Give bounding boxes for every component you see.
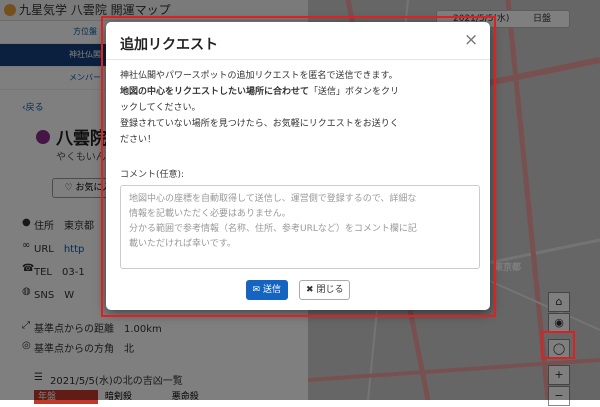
placeholder-line-1: 地図中心の座標を自動取得して送信し、運営側で登録するので、詳細な	[129, 194, 417, 204]
placeholder-line-2: 情報を記載いただく必要はありません。	[129, 209, 291, 219]
placeholder-line-3: 分かる範囲で参考情報（名称、住所、参考URLなど）をコメント欄に記	[129, 224, 417, 234]
send-label: 送信	[262, 285, 281, 295]
comment-label: コメント(任意):	[120, 170, 185, 180]
close-icon[interactable]: ×	[464, 30, 478, 50]
description-bold: 地図の中心をリクエストしたい場所に合わせて	[120, 87, 310, 97]
close-button[interactable]: ✖ 閉じる	[299, 280, 351, 300]
request-modal: 追加リクエスト × 神社仏閣やパワースポットの追加リクエストを匿名で送信できます…	[106, 22, 490, 310]
modal-description: 神社仏閣やパワースポットの追加リクエストを匿名で送信できます。 地図の中心をリク…	[120, 68, 482, 148]
close-x-icon: ✖	[306, 285, 317, 295]
placeholder-line-4: 載いただければ幸いです。	[129, 239, 236, 249]
description-line-5: ださい！	[120, 135, 157, 145]
modal-title: 追加リクエスト	[120, 37, 218, 53]
description-rest: 「送信」ボタンをクリ	[309, 87, 400, 97]
modal-footer: ✉ 送信 ✖ 閉じる	[106, 280, 490, 300]
comment-textarea[interactable]: 地図中心の座標を自動取得して送信し、運営側で登録するので、詳細な 情報を記載いた…	[120, 185, 480, 269]
send-button[interactable]: ✉ 送信	[245, 280, 288, 300]
description-line-4: 登録されていない場所を見つけたら、お気軽にリクエストをお送りく	[120, 119, 399, 129]
modal-divider	[106, 59, 490, 60]
description-line-1: 神社仏閣やパワースポットの追加リクエストを匿名で送信できます。	[120, 71, 398, 81]
description-line-3: ックしてください。	[120, 103, 201, 113]
close-label: 閉じる	[316, 285, 344, 295]
description-line-2: 地図の中心をリクエストしたい場所に合わせて「送信」ボタンをクリ	[120, 84, 482, 100]
mail-icon: ✉	[252, 285, 263, 295]
